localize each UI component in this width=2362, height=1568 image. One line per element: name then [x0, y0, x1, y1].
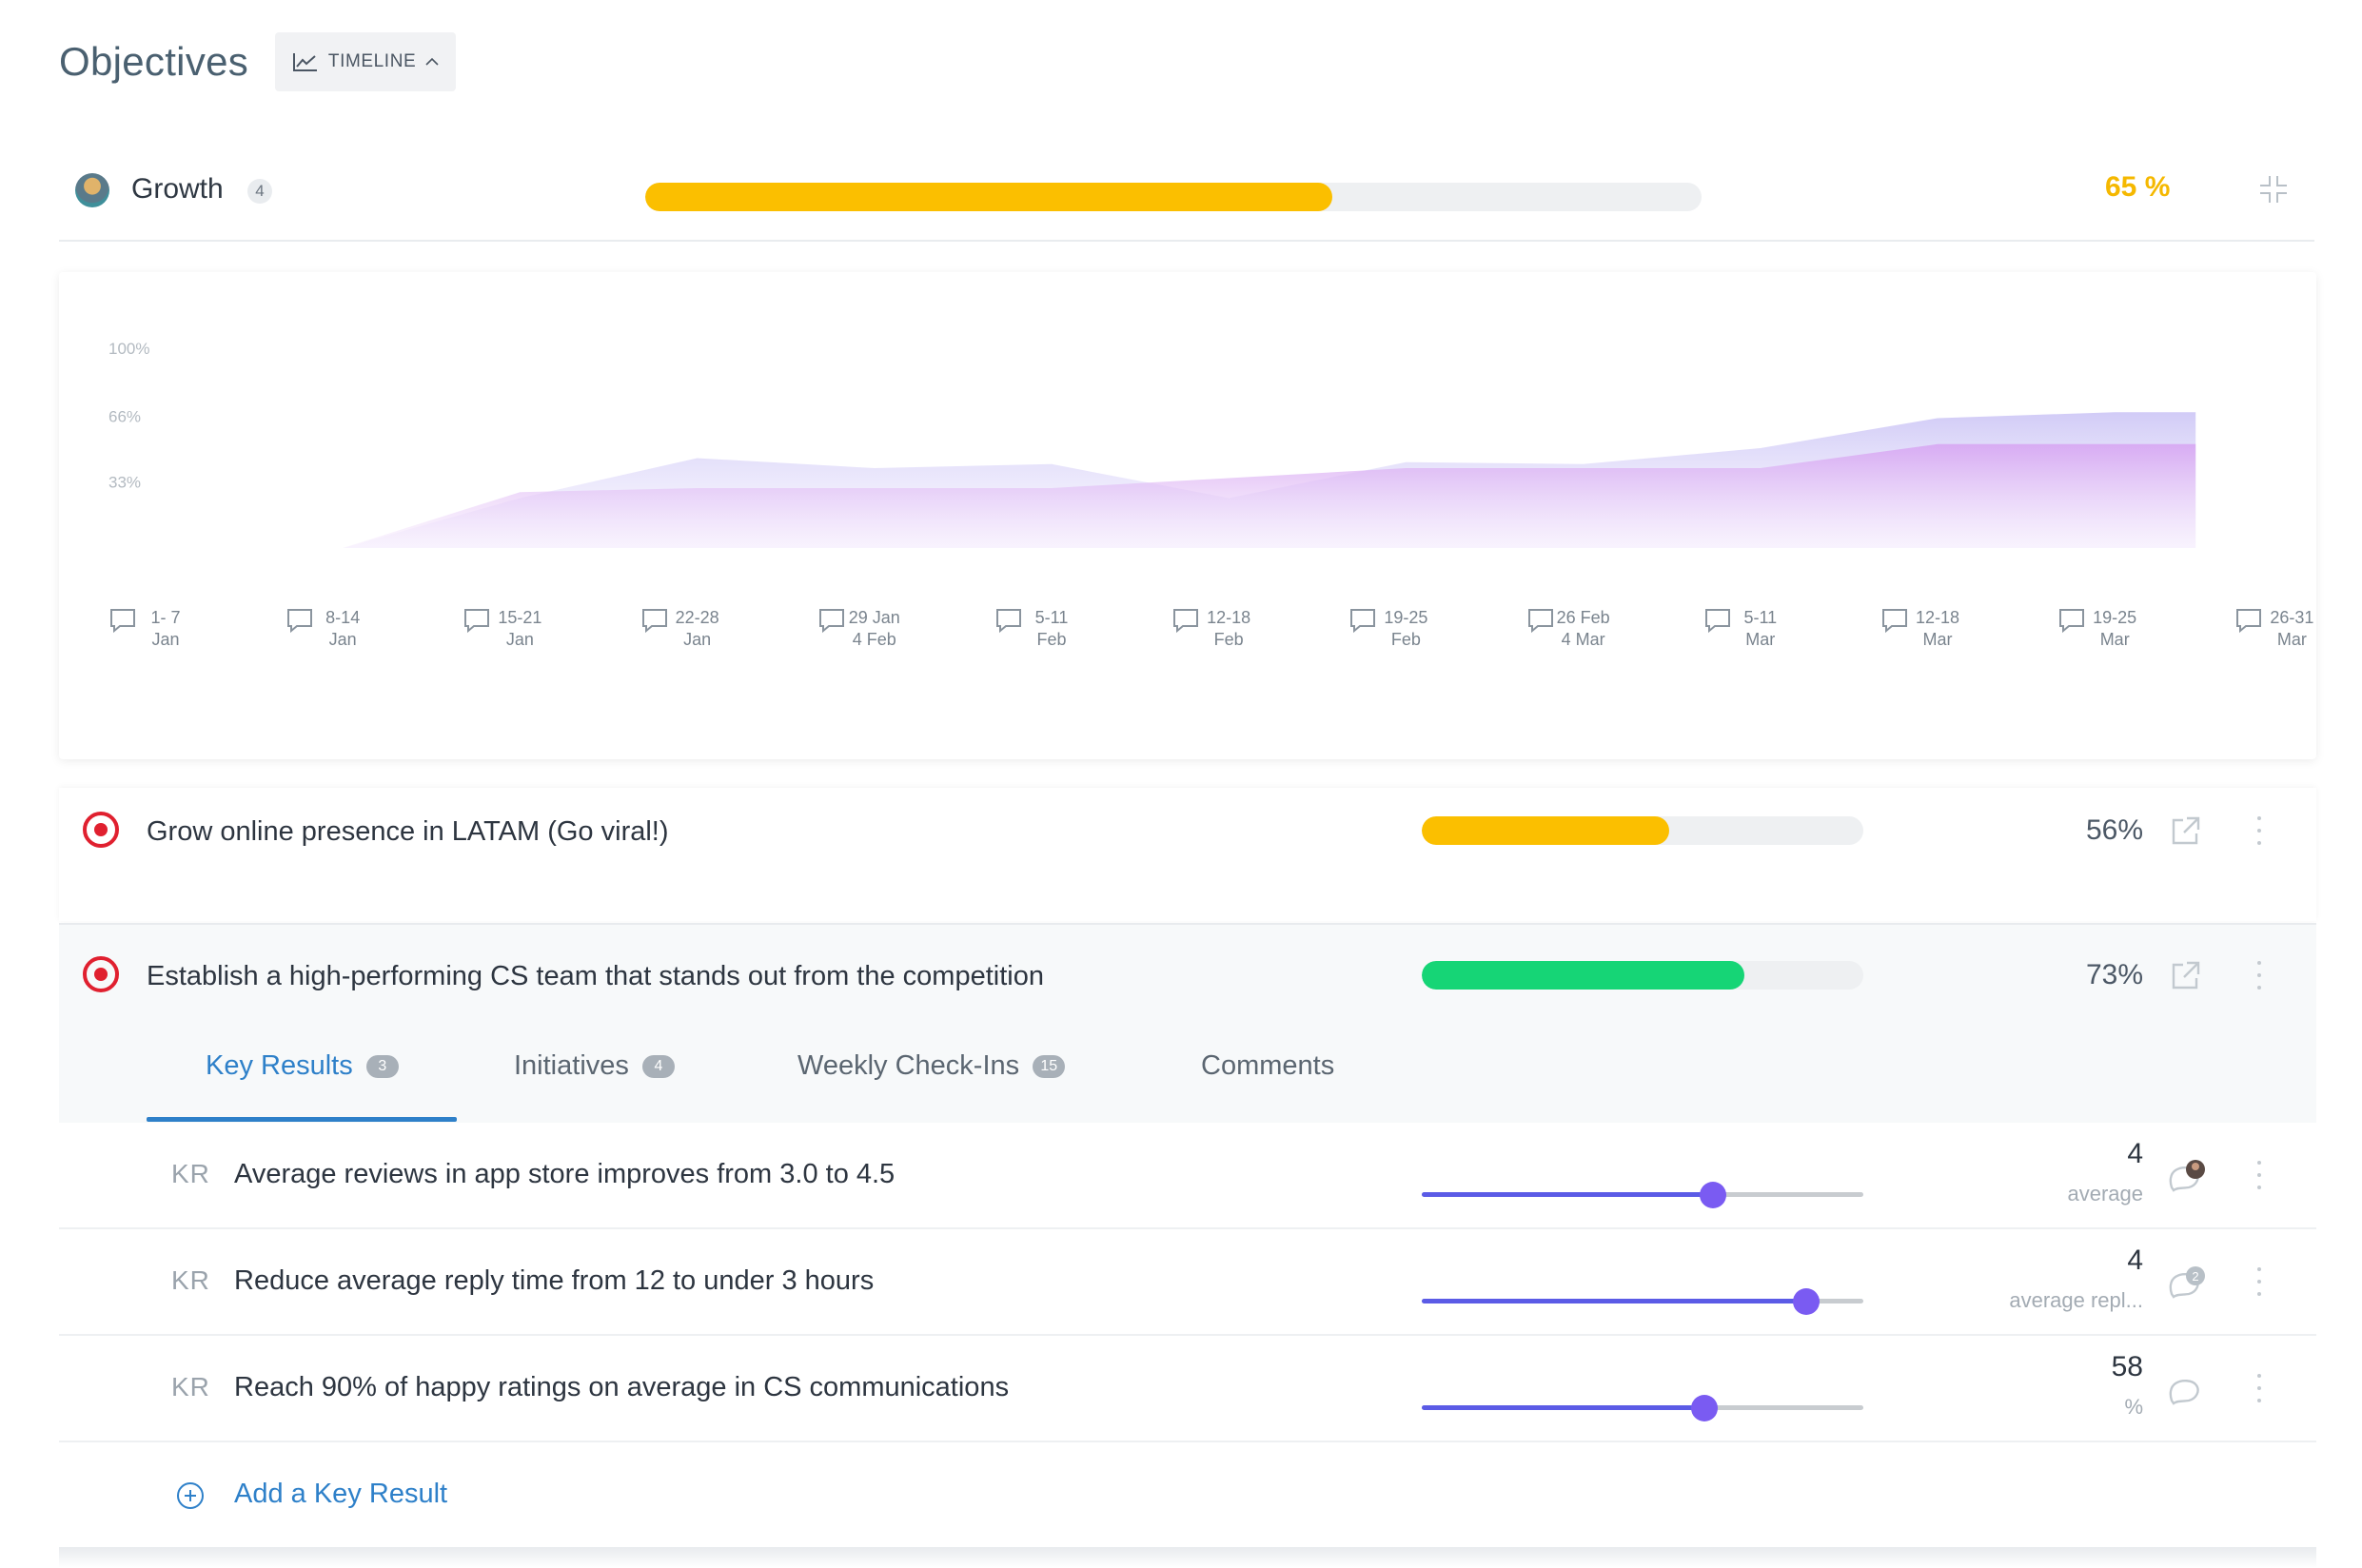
- more-options-icon[interactable]: [2254, 1161, 2265, 1189]
- timeline-label: TIMELINE: [327, 51, 417, 71]
- week-label: 19-25 Feb: [1348, 607, 1463, 673]
- comment-icon[interactable]: [2166, 1372, 2206, 1410]
- more-options-icon[interactable]: [2254, 1267, 2265, 1296]
- kr-tag: KR: [171, 1159, 210, 1188]
- tab-comments[interactable]: Comments: [1201, 1050, 1334, 1082]
- week-label: 26-31 Mar: [2234, 607, 2349, 673]
- objective-progress-bar: [1422, 961, 1863, 990]
- objective-title[interactable]: Grow online presence in LATAM (Go viral!…: [147, 816, 669, 848]
- y-tick-label: 100%: [108, 340, 149, 358]
- add-key-result-row[interactable]: Add a Key Result: [59, 1442, 2316, 1549]
- kr-progress-slider[interactable]: [1422, 1288, 1863, 1315]
- slider-handle[interactable]: [1792, 1288, 1820, 1315]
- week-label: 12-18 Feb: [1171, 607, 1286, 673]
- timeline-toggle-button[interactable]: TIMELINE: [275, 32, 457, 91]
- key-result-row[interactable]: KR Reduce average reply time from 12 to …: [59, 1229, 2316, 1336]
- week-label: 1- 7 Jan: [108, 607, 223, 673]
- group-progress-percent: 65 %: [2105, 171, 2171, 203]
- kr-progress-slider[interactable]: [1422, 1182, 1863, 1208]
- collapse-icon[interactable]: [2257, 173, 2290, 206]
- objective-group-growth[interactable]: Growth 4 65 %: [59, 160, 2314, 242]
- list-bottom-edge: [59, 1547, 2316, 1568]
- tab-count-badge: 15: [1033, 1055, 1066, 1079]
- objective-progress-bar: [1422, 816, 1863, 845]
- objective-row[interactable]: Grow online presence in LATAM (Go viral!…: [59, 788, 2316, 921]
- kr-title[interactable]: Reduce average reply time from 12 to und…: [234, 1265, 874, 1297]
- week-label: 26 Feb 4 Mar: [1526, 607, 1641, 673]
- group-name: Growth: [131, 173, 224, 205]
- week-label: 19-25 Mar: [2057, 607, 2172, 673]
- kr-current-value: 4: [2127, 1138, 2143, 1169]
- tab-label: Initiatives: [514, 1050, 629, 1081]
- objective-progress-fill: [1422, 816, 1669, 845]
- week-label: 5-11 Feb: [994, 607, 1109, 673]
- active-tab-indicator: [147, 1117, 457, 1122]
- week-label: 22-28 Jan: [640, 607, 755, 673]
- line-chart-icon: [292, 53, 317, 71]
- kr-tag: KR: [171, 1372, 210, 1401]
- tab-count-badge: 3: [365, 1055, 399, 1079]
- page-header: Objectives TIMELINE: [59, 29, 457, 95]
- page-title: Objectives: [59, 39, 249, 84]
- kr-tag: KR: [171, 1265, 210, 1295]
- key-result-row[interactable]: KR Average reviews in app store improves…: [59, 1123, 2316, 1229]
- timeline-chart: 100% 66% 33% 1- 7 Jan 8-14 Jan 15-21 Jan 22-28 Ja…: [59, 272, 2316, 759]
- more-options-icon[interactable]: [2254, 816, 2265, 845]
- y-tick-label: 33%: [108, 474, 141, 492]
- kr-current-value: 4: [2127, 1245, 2143, 1276]
- group-avatar: [75, 173, 109, 207]
- tab-count-badge: 4: [641, 1055, 675, 1079]
- week-label: 5-11 Mar: [1703, 607, 1818, 673]
- week-label: 29 Jan 4 Feb: [817, 607, 932, 673]
- progress-area-chart: 100% 66% 33%: [108, 340, 2196, 548]
- slider-handle[interactable]: [1690, 1395, 1718, 1421]
- objective-tabs: Key Results 3 Initiatives 4 Weekly Check…: [59, 1024, 2316, 1123]
- add-circle-icon[interactable]: [175, 1480, 206, 1511]
- week-label: 12-18 Mar: [1880, 607, 1995, 673]
- chevron-up-icon: [425, 57, 439, 66]
- objective-progress-percent: 56%: [2085, 814, 2143, 846]
- objective-progress-fill: [1422, 961, 1744, 990]
- more-options-icon[interactable]: [2254, 1374, 2265, 1402]
- kr-current-value: 58: [2111, 1351, 2143, 1382]
- slider-handle[interactable]: [1700, 1182, 1727, 1208]
- kr-title[interactable]: Average reviews in app store improves fr…: [234, 1159, 895, 1190]
- kr-progress-slider[interactable]: [1422, 1395, 1863, 1421]
- target-icon: [83, 812, 119, 848]
- week-label: 8-14 Jan: [285, 607, 400, 673]
- kr-unit: average: [2067, 1182, 2143, 1205]
- comment-icon[interactable]: [2166, 1159, 2206, 1197]
- add-key-result-button[interactable]: Add a Key Result: [234, 1479, 447, 1510]
- external-link-icon[interactable]: [2168, 814, 2202, 849]
- tab-label: Key Results: [206, 1050, 353, 1081]
- comment-icon[interactable]: 2: [2166, 1265, 2206, 1303]
- tab-label: Comments: [1201, 1050, 1335, 1081]
- tab-label: Weekly Check-Ins: [797, 1050, 1020, 1081]
- kr-title[interactable]: Reach 90% of happy ratings on average in…: [234, 1372, 1009, 1403]
- tab-weekly-check-ins[interactable]: Weekly Check-Ins 15: [797, 1050, 1066, 1082]
- objective-title[interactable]: Establish a high-performing CS team that…: [147, 961, 1044, 992]
- key-result-row[interactable]: KR Reach 90% of happy ratings on average…: [59, 1336, 2316, 1442]
- y-tick-label: 66%: [108, 407, 141, 425]
- kr-unit: average repl...: [2009, 1288, 2143, 1312]
- group-count-badge: 4: [247, 179, 272, 204]
- tab-initiatives[interactable]: Initiatives 4: [514, 1050, 675, 1082]
- tab-key-results[interactable]: Key Results 3: [206, 1050, 399, 1082]
- comment-count: 2: [2192, 1269, 2198, 1284]
- external-link-icon[interactable]: [2168, 959, 2202, 993]
- group-progress-bar: [645, 183, 1702, 211]
- more-options-icon[interactable]: [2254, 961, 2265, 990]
- target-icon: [83, 956, 119, 992]
- group-progress-fill: [645, 183, 1332, 211]
- series-area-2: [343, 443, 2196, 548]
- kr-unit: %: [2124, 1395, 2143, 1419]
- week-label: 15-21 Jan: [463, 607, 577, 673]
- objective-progress-percent: 73%: [2085, 959, 2143, 990]
